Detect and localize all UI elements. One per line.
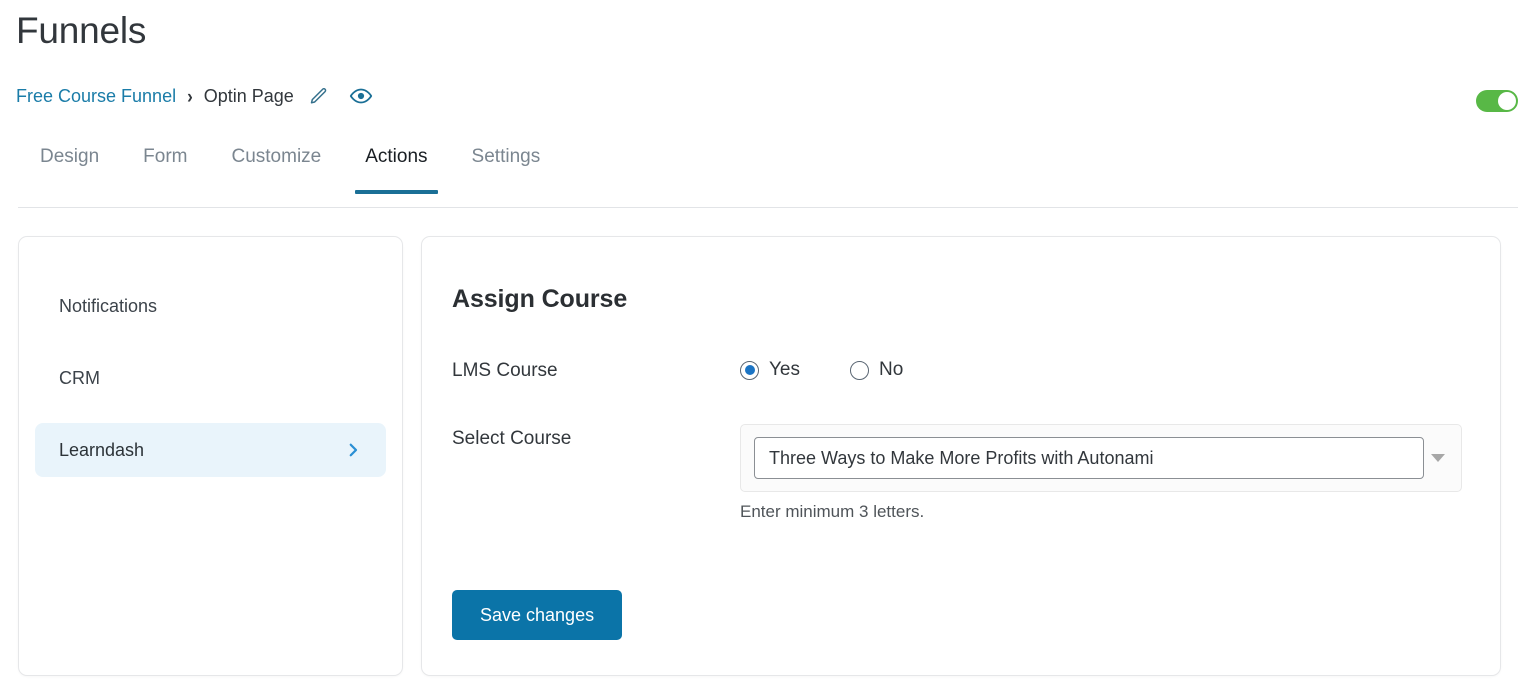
tab-bar: Design Form Customize Actions Settings xyxy=(18,138,1518,208)
toggle-track xyxy=(1476,90,1518,112)
form-actions: Save changes xyxy=(452,590,1500,640)
sidebar-item-learndash[interactable]: Learndash xyxy=(35,423,386,477)
sidebar-item-crm[interactable]: CRM xyxy=(35,351,386,405)
tab-list: Design Form Customize Actions Settings xyxy=(18,138,1518,194)
radio-yes-label: Yes xyxy=(769,359,800,380)
select-course-hint: Enter minimum 3 letters. xyxy=(740,502,925,521)
assign-course-panel: Assign Course LMS Course Yes No Select C… xyxy=(421,236,1501,676)
tab-settings-label: Settings xyxy=(471,146,541,167)
toggle-knob xyxy=(1498,92,1516,110)
tab-design-label: Design xyxy=(40,146,100,167)
section-title: Assign Course xyxy=(452,285,628,313)
radio-no-label: No xyxy=(879,359,904,380)
breadcrumb-separator: › xyxy=(187,85,193,107)
active-tab-underline xyxy=(355,190,438,194)
lms-course-label: LMS Course xyxy=(452,360,558,381)
content-area: Notifications CRM Learndash Assign Cours… xyxy=(18,236,1501,676)
select-course-field: Select Course Three Ways to Make More Pr… xyxy=(452,424,1500,522)
select-course-dropdown[interactable]: Three Ways to Make More Profits with Aut… xyxy=(740,424,1462,492)
pencil-icon[interactable] xyxy=(308,86,329,107)
radio-no-indicator xyxy=(850,360,869,380)
breadcrumb-parent-link[interactable]: Free Course Funnel xyxy=(16,83,176,109)
select-course-control: Three Ways to Make More Profits with Aut… xyxy=(740,424,1462,522)
sidebar-item-label: Learndash xyxy=(59,439,145,460)
sidebar-item-label: CRM xyxy=(59,367,100,388)
sidebar-item-notifications[interactable]: Notifications xyxy=(35,279,386,333)
save-changes-button[interactable]: Save changes xyxy=(452,590,623,640)
funnels-page: Funnels Free Course Funnel › Optin Page … xyxy=(0,0,1536,696)
tab-form-label: Form xyxy=(143,146,188,167)
lms-course-field: LMS Course Yes No xyxy=(452,356,1500,382)
chevron-down-icon[interactable] xyxy=(1431,454,1445,462)
select-course-input[interactable]: Three Ways to Make More Profits with Aut… xyxy=(754,437,1424,479)
tab-customize[interactable]: Customize xyxy=(209,138,343,194)
radio-yes-indicator xyxy=(740,360,759,380)
lms-course-radio-group: Yes No xyxy=(740,356,903,381)
breadcrumb: Free Course Funnel › Optin Page xyxy=(16,83,373,109)
breadcrumb-current: Optin Page xyxy=(203,86,294,106)
tab-actions-label: Actions xyxy=(365,146,428,167)
tab-customize-label: Customize xyxy=(231,146,322,167)
sidebar-item-label: Notifications xyxy=(59,295,158,316)
actions-sidebar-panel: Notifications CRM Learndash xyxy=(18,236,403,676)
page-title: Funnels xyxy=(16,10,147,51)
page-status-toggle[interactable] xyxy=(1476,90,1518,112)
lms-course-radio-no[interactable]: No xyxy=(850,359,903,381)
select-course-label: Select Course xyxy=(452,428,572,449)
tab-settings[interactable]: Settings xyxy=(450,138,563,194)
lms-course-radio-yes[interactable]: Yes xyxy=(740,359,800,381)
tab-form[interactable]: Form xyxy=(121,138,209,194)
tab-bar-divider xyxy=(18,207,1518,208)
tab-actions[interactable]: Actions xyxy=(343,138,449,194)
actions-sidebar-list: Notifications CRM Learndash xyxy=(19,257,402,477)
eye-icon[interactable] xyxy=(349,84,373,108)
tab-design[interactable]: Design xyxy=(18,138,121,194)
chevron-right-icon xyxy=(344,441,362,459)
